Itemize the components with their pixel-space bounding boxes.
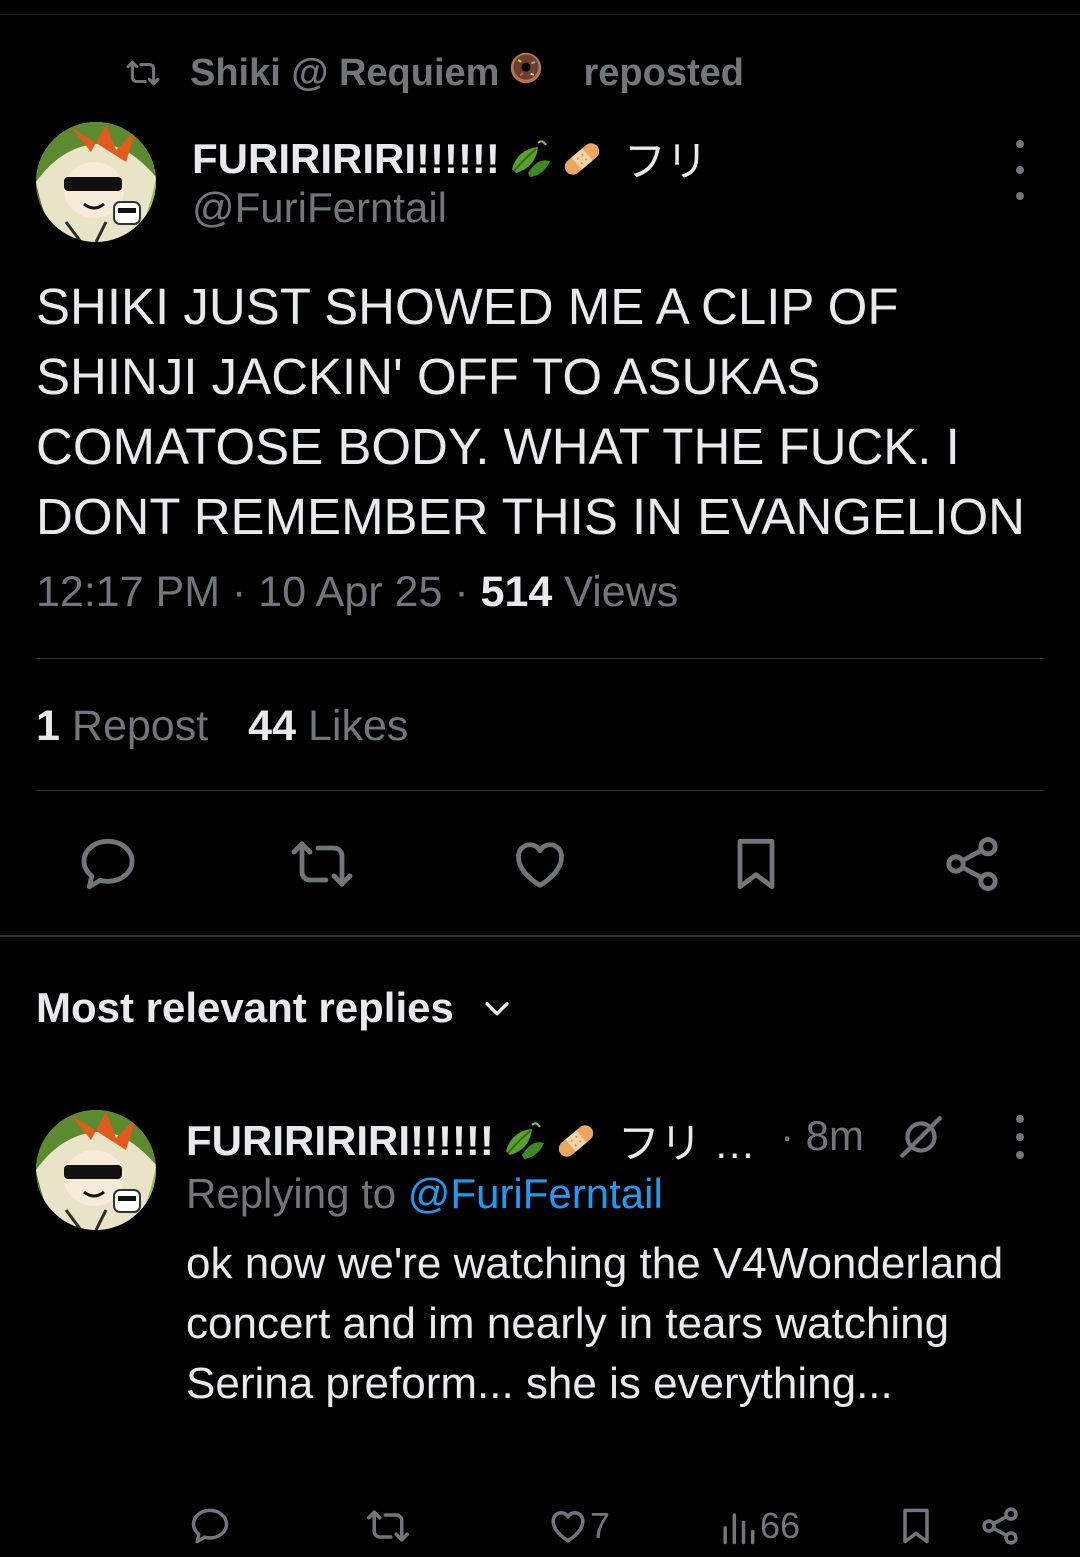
like-button[interactable] [508, 832, 572, 896]
bookmark-icon [903, 1508, 929, 1544]
reply-author-avatar[interactable] [36, 1110, 156, 1230]
bandage-emoji [554, 1121, 598, 1161]
like-icon [551, 1511, 585, 1543]
share-icon [982, 1507, 1018, 1545]
repost-button[interactable] [290, 832, 354, 896]
repost-banner[interactable]: Shiki @ Requiem reposted [126, 50, 744, 96]
post-meta: 12:17 PM · 10 Apr 25 · 514 Views [36, 568, 679, 616]
post-text: SHIKI JUST SHOWED ME A CLIP OF SHINJI JA… [36, 278, 1025, 545]
replies-sort-dropdown[interactable]: Most relevant replies [36, 984, 514, 1032]
stats-divider [36, 790, 1044, 791]
bandage-emoji [560, 139, 604, 179]
author-avatar[interactable] [36, 122, 156, 242]
repost-stat[interactable]: 1 Repost [36, 702, 208, 751]
replies-sort-label: Most relevant replies [36, 984, 454, 1031]
likes-stat[interactable]: 44 Likes [248, 702, 408, 751]
reply-reply-button[interactable] [188, 1504, 232, 1548]
reply-share-button[interactable] [978, 1504, 1022, 1548]
author-name-row[interactable]: FURIRIRIRI!!!!!! フリ [192, 128, 708, 189]
reply-icon [191, 1508, 229, 1544]
author-name[interactable]: FURIRIRIRI!!!!!! [192, 135, 500, 183]
repost-count: 1 [36, 702, 60, 750]
replying-to: Replying to @FuriFerntail [186, 1170, 663, 1218]
reply-bookmark-button[interactable] [894, 1504, 938, 1548]
grok-icon[interactable] [896, 1112, 946, 1162]
leafy-green-emoji [502, 1121, 546, 1161]
post-time: 12:17 PM [36, 568, 221, 616]
share-icon [946, 837, 998, 891]
reposted-label: reposted [583, 51, 744, 94]
repost-label: Repost [71, 702, 209, 750]
repost-icon [367, 1510, 409, 1542]
author-name-suffix: フリ [623, 138, 708, 185]
engagement-stats: 1 Repost 44 Likes [36, 702, 448, 751]
reply-like-button[interactable]: 7 [546, 1504, 610, 1548]
meta-divider [36, 658, 1044, 659]
reply-time[interactable]: · 8m [780, 1112, 864, 1160]
more-options-icon[interactable] [1000, 140, 1040, 200]
bookmark-icon [737, 838, 775, 890]
likes-count: 44 [248, 702, 297, 750]
top-divider [0, 14, 1080, 15]
share-button[interactable] [940, 832, 1004, 896]
repost-icon [126, 60, 160, 86]
repost-icon [291, 841, 353, 887]
reply-icon [81, 838, 135, 890]
reply-views-button[interactable]: 66 [716, 1504, 800, 1548]
post-date: 10 Apr 25 [258, 568, 443, 616]
views-icon [723, 1513, 755, 1545]
chevron-down-icon [485, 1002, 509, 1016]
replying-to-mention[interactable]: @FuriFerntail [408, 1170, 663, 1217]
author-handle[interactable]: @FuriFerntail [192, 184, 447, 232]
reply-text: ok now we're watching the V4Wonderland c… [186, 1239, 1004, 1408]
reply-button[interactable] [76, 832, 140, 896]
reply-author-suffix: フリ … [617, 1120, 756, 1167]
leafy-green-emoji [508, 139, 552, 179]
like-icon [516, 842, 564, 888]
reply-views-count: 66 [760, 1505, 801, 1546]
replying-to-prefix: Replying to [186, 1170, 397, 1217]
views-label: Views [564, 568, 679, 616]
donut-emoji [509, 51, 573, 95]
reply-author-row[interactable]: FURIRIRIRI!!!!!! フリ … [186, 1110, 756, 1171]
reposter-name[interactable]: Shiki @ Requiem [190, 52, 499, 95]
reply-repost-button[interactable] [366, 1504, 410, 1548]
reply-like-count: 7 [590, 1505, 611, 1546]
likes-label: Likes [308, 702, 409, 750]
reply-author-name[interactable]: FURIRIRIRI!!!!!! [186, 1117, 494, 1165]
views-count: 514 [480, 568, 553, 616]
bookmark-button[interactable] [724, 832, 788, 896]
reply-more-options-icon[interactable] [1000, 1115, 1040, 1159]
section-divider [0, 935, 1080, 937]
